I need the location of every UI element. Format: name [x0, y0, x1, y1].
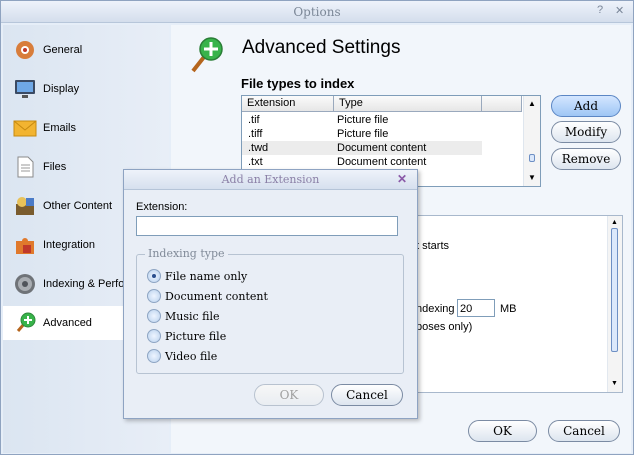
column-blank — [482, 96, 522, 112]
radio-video-file[interactable]: Video file — [147, 349, 217, 363]
indexing-type-label: Indexing type — [145, 247, 228, 260]
puzzle-icon — [13, 233, 37, 257]
list-scrollbar[interactable]: ▲ ▼ — [523, 96, 540, 186]
scroll-up-icon[interactable]: ▲ — [611, 219, 618, 226]
remove-button[interactable]: Remove — [551, 148, 621, 170]
document-icon — [13, 155, 37, 179]
scroll-down-icon[interactable]: ▼ — [528, 173, 536, 182]
options-scrollbar[interactable]: ▲ ▼ — [607, 216, 622, 392]
cell-extension: .txt — [248, 156, 263, 168]
radio-label: Music file — [165, 309, 220, 323]
radio-icon — [147, 329, 161, 343]
sidebar-item-label: Emails — [43, 122, 77, 134]
gear-icon — [13, 272, 37, 296]
sidebar-item-label: Integration — [43, 239, 95, 251]
radio-file-name-only[interactable]: File name only — [147, 269, 247, 283]
column-type[interactable]: Type — [334, 96, 482, 112]
sidebar-item-label: Other Content — [43, 200, 113, 212]
cell-type: Picture file — [337, 114, 389, 126]
radio-icon — [147, 309, 161, 323]
add-extension-dialog: Add an Extension ✕ Extension: Indexing t… — [123, 169, 418, 419]
sidebar-item-emails[interactable]: Emails — [3, 111, 169, 145]
ok-button[interactable]: OK — [468, 420, 537, 442]
modify-button[interactable]: Modify — [551, 121, 621, 143]
dialog-cancel-button[interactable]: Cancel — [331, 384, 403, 406]
cell-type: Document content — [337, 156, 427, 168]
dialog-ok-button[interactable]: OK — [254, 384, 324, 406]
scroll-thumb[interactable] — [611, 228, 618, 352]
add-button[interactable]: Add — [551, 95, 621, 117]
window-title: Options — [293, 5, 341, 19]
cell-extension: .tiff — [248, 128, 263, 140]
sidebar-item-display[interactable]: Display — [3, 72, 169, 106]
table-row[interactable]: .tiff Picture file — [242, 127, 482, 141]
cell-type: Document content — [337, 142, 427, 154]
radio-label: Document content — [165, 289, 268, 303]
radio-icon — [147, 349, 161, 363]
sidebar-item-label: Files — [43, 161, 67, 173]
radio-music-file[interactable]: Music file — [147, 309, 220, 323]
sidebar-item-label: Indexing & Perfo — [43, 278, 125, 290]
radio-icon — [147, 289, 161, 303]
cell-extension: .tif — [248, 114, 260, 126]
radio-label: Picture file — [165, 329, 227, 343]
title-bar: Options ? ✕ — [1, 1, 633, 23]
file-types-heading: File types to index — [241, 76, 355, 91]
radio-label: File name only — [165, 269, 248, 283]
magnifier-plus-icon — [13, 311, 37, 335]
general-icon — [13, 38, 37, 62]
other-content-icon — [13, 194, 37, 218]
cell-type: Picture file — [337, 128, 389, 140]
advanced-settings-icon — [189, 35, 225, 75]
help-icon[interactable]: ? — [597, 4, 603, 16]
table-row[interactable]: .txt Document content — [242, 155, 482, 169]
dialog-title: Add an Extension — [221, 173, 320, 186]
purposes-text: poses only) — [416, 321, 473, 333]
list-header: Extension Type — [242, 96, 522, 112]
radio-label: Video file — [165, 349, 218, 363]
indexing-type-group: Indexing type File name only Document co… — [136, 247, 404, 374]
starts-text: t starts — [416, 240, 450, 252]
close-icon[interactable]: ✕ — [615, 4, 624, 17]
dialog-title-bar: Add an Extension ✕ — [124, 170, 417, 190]
sidebar-item-label: Display — [43, 83, 80, 95]
radio-selected-icon — [147, 269, 161, 283]
extension-input[interactable] — [136, 216, 398, 236]
cancel-button[interactable]: Cancel — [548, 420, 620, 442]
scroll-down-icon[interactable]: ▼ — [611, 380, 618, 387]
advanced-options-panel: t starts ndexing 20 MB poses only) ▲ ▼ — [409, 215, 623, 393]
radio-picture-file[interactable]: Picture file — [147, 329, 226, 343]
monitor-icon — [13, 77, 37, 101]
extension-label: Extension: — [136, 201, 188, 213]
table-row[interactable]: .tif Picture file — [242, 113, 482, 127]
close-icon[interactable]: ✕ — [397, 172, 407, 186]
scroll-thumb[interactable] — [529, 154, 535, 162]
column-extension[interactable]: Extension — [242, 96, 334, 112]
table-row[interactable]: .twd Document content — [242, 141, 482, 155]
envelope-icon — [13, 116, 37, 140]
sidebar-item-label: Advanced — [43, 317, 92, 329]
page-title: Advanced Settings — [242, 37, 401, 58]
sidebar-item-general[interactable]: General — [3, 33, 169, 67]
scroll-up-icon[interactable]: ▲ — [528, 99, 536, 108]
size-unit: MB — [500, 303, 517, 315]
cell-extension: .twd — [248, 142, 269, 154]
radio-document-content[interactable]: Document content — [147, 289, 268, 303]
size-input[interactable]: 20 — [457, 299, 495, 317]
sidebar-item-label: General — [43, 44, 83, 56]
indexing-size-label: ndexing — [416, 303, 455, 315]
